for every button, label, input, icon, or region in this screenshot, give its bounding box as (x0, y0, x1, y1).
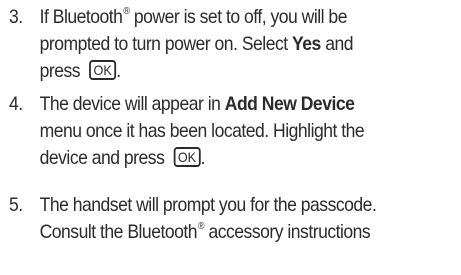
step-5-line-2: Consult the Bluetooth® accessory instruc… (39, 221, 371, 243)
add-new-device-menu-label: Add New Device (224, 93, 355, 115)
yes-option-label: Yes (292, 33, 321, 55)
ok-key-icon: OK (173, 147, 201, 167)
step-3-number: 3. (9, 6, 23, 28)
step-5-number: 5. (9, 194, 23, 216)
step-4-line-1: 4. The device will appear in Add New Devi… (0, 91, 415, 118)
step-3-line-3: press OK. (39, 60, 121, 82)
step-4: 4. The device will appear in Add New Devi… (0, 91, 415, 172)
step-4-line-3: device and press OK. (39, 147, 205, 169)
step-5-line-1: 5. The handset will prompt you for the pa… (0, 192, 415, 219)
step-4-line-2: menu once it has been located. Highlight… (39, 120, 365, 142)
step-3-line-1: 3. If Bluetooth® power is set to off, you… (0, 4, 415, 31)
step-3-line-2: prompted to turn power on. Select Yes an… (39, 33, 354, 55)
manual-page: 3. If Bluetooth® power is set to off, you… (0, 0, 461, 275)
step-5: 5. The handset will prompt you for the pa… (0, 192, 415, 246)
step-4-number: 4. (9, 93, 23, 115)
step-3: 3. If Bluetooth® power is set to off, you… (0, 4, 415, 85)
ok-key-icon: OK (89, 60, 117, 80)
